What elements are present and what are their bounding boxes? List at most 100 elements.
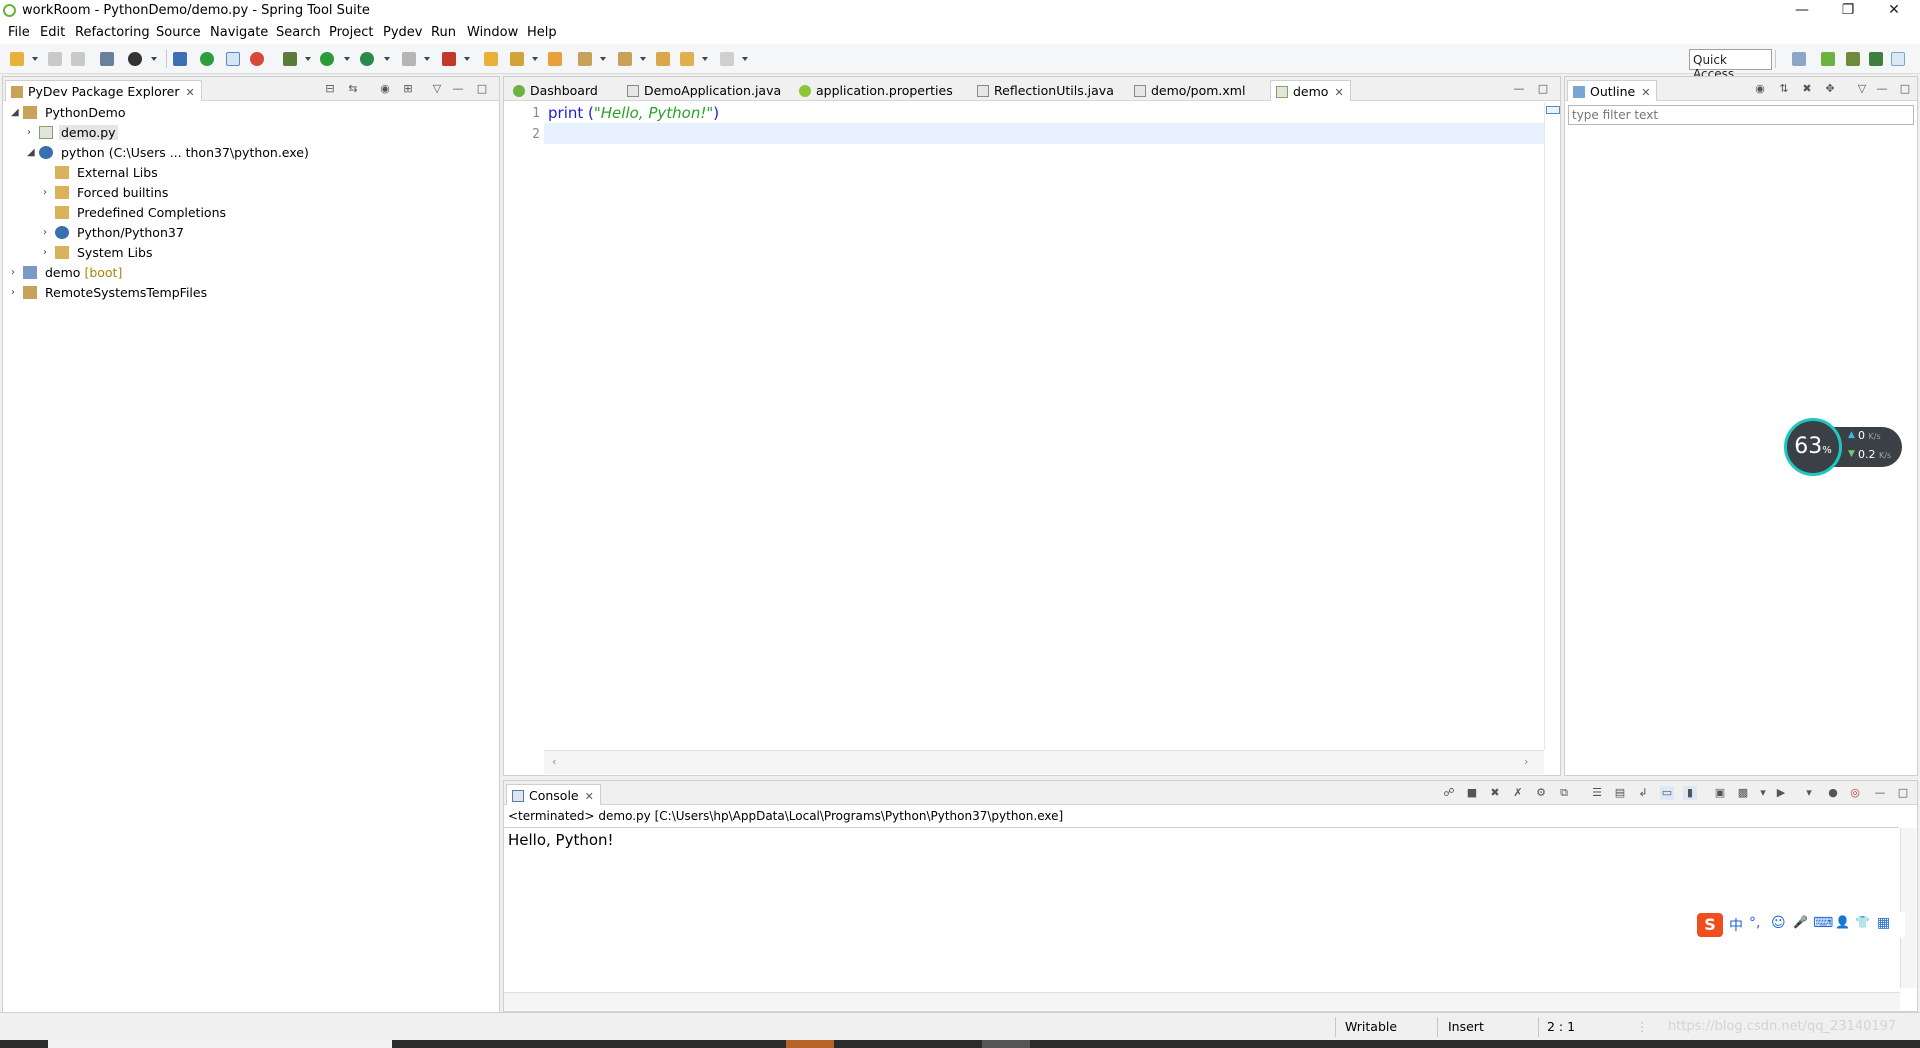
- minimize-view-icon[interactable]: —: [451, 82, 465, 96]
- horizontal-scrollbar[interactable]: ‹ ›: [544, 750, 1544, 774]
- hide-fields-icon[interactable]: ◉: [1753, 82, 1767, 96]
- code-line-1[interactable]: print ("Hello, Python!"): [548, 104, 719, 122]
- new-dropdown-icon[interactable]: [32, 57, 38, 61]
- scroll-lock-icon[interactable]: ▤: [1613, 786, 1627, 800]
- tree-item-demo-boot[interactable]: › demo [boot]: [3, 263, 499, 283]
- open-type-icon[interactable]: [484, 52, 498, 66]
- debug-icon[interactable]: [283, 52, 297, 66]
- taskbar-app[interactable]: [982, 1040, 1030, 1048]
- tree-item-pythondemo[interactable]: ◢ PythonDemo: [3, 103, 499, 123]
- menu-navigate[interactable]: Navigate: [210, 25, 268, 40]
- menu-run[interactable]: Run: [431, 25, 456, 40]
- next-annotation-dropdown-icon[interactable]: [600, 57, 606, 61]
- word-wrap-icon[interactable]: ↲: [1636, 786, 1650, 800]
- minimize-view-icon[interactable]: —: [1875, 82, 1889, 96]
- taskbar-app[interactable]: [786, 1040, 834, 1048]
- terminal-icon[interactable]: [173, 52, 187, 66]
- close-window-button[interactable]: ✕: [1871, 0, 1917, 22]
- voice-icon[interactable]: 🎤: [1793, 915, 1808, 929]
- open-console-icon[interactable]: ▣: [1713, 786, 1727, 800]
- coverage-dropdown-icon[interactable]: [384, 57, 390, 61]
- last-edit-icon[interactable]: [656, 52, 670, 66]
- back-icon[interactable]: [680, 52, 694, 66]
- tree-item-external-libs[interactable]: External Libs: [3, 163, 499, 183]
- run-dropdown-icon[interactable]: [344, 57, 350, 61]
- profile-dropdown-icon[interactable]: [151, 57, 157, 61]
- quick-access-field[interactable]: Quick Access: [1689, 49, 1772, 81]
- pydev-perspective-icon[interactable]: [1891, 52, 1905, 66]
- tab-dashboard[interactable]: Dashboard: [508, 80, 604, 101]
- remove-launch-icon[interactable]: ✖: [1488, 786, 1502, 800]
- maximize-view-icon[interactable]: □: [475, 82, 489, 96]
- expand-arrow-icon[interactable]: ›: [43, 187, 47, 198]
- close-tab-icon[interactable]: ✕: [1334, 86, 1343, 99]
- overview-thumb[interactable]: [1546, 106, 1560, 114]
- punctuation-icon[interactable]: °,: [1749, 915, 1760, 931]
- emoji-icon[interactable]: ☺: [1771, 915, 1786, 931]
- prev-annotation-icon[interactable]: [618, 52, 632, 66]
- view-menu-icon[interactable]: ▽: [1855, 82, 1869, 96]
- tree-item-forced-builtins[interactable]: › Forced builtins: [3, 183, 499, 203]
- toolbox-icon[interactable]: ▦: [1877, 915, 1890, 931]
- collapse-arrow-icon[interactable]: ◢: [27, 147, 35, 158]
- tab-outline[interactable]: Outline ✕: [1567, 80, 1658, 101]
- user-icon[interactable]: 👤: [1835, 915, 1850, 929]
- spring-boot-icon[interactable]: [200, 52, 214, 66]
- new-console-icon[interactable]: ▶: [1774, 786, 1788, 800]
- code-editor[interactable]: 1 2 print ("Hello, Python!"): [504, 102, 1544, 750]
- sort-icon[interactable]: ⇅: [1777, 82, 1791, 96]
- debug-console-icon[interactable]: ⚙: [1534, 786, 1548, 800]
- forward-dropdown-icon[interactable]: [742, 57, 748, 61]
- outline-filter-input[interactable]: [1568, 105, 1914, 125]
- pin-console-icon[interactable]: ☍: [1442, 786, 1456, 800]
- expand-arrow-icon[interactable]: ›: [11, 287, 15, 298]
- debug-perspective-icon[interactable]: [1846, 52, 1860, 66]
- menu-file[interactable]: File: [8, 25, 30, 40]
- external-tools-dropdown-icon[interactable]: [464, 57, 470, 61]
- taskbar-search[interactable]: [48, 1040, 392, 1048]
- show-stdout-icon[interactable]: ▭: [1660, 786, 1674, 800]
- copy-icon[interactable]: ⧉: [1557, 786, 1571, 800]
- tree-item-python37[interactable]: › Python/Python37: [3, 223, 499, 243]
- coverage-icon[interactable]: [360, 52, 374, 66]
- filter-icon[interactable]: ◉: [378, 82, 392, 96]
- search-icon[interactable]: [510, 52, 524, 66]
- console-horizontal-scrollbar[interactable]: [504, 992, 1900, 1010]
- terminate-icon[interactable]: ■: [1465, 786, 1479, 800]
- menu-help[interactable]: Help: [527, 25, 557, 40]
- close-tab-icon[interactable]: ✕: [185, 86, 194, 99]
- tab-reflection-utils-java[interactable]: ReflectionUtils.java: [972, 80, 1120, 101]
- save-icon[interactable]: [48, 52, 62, 66]
- menu-search[interactable]: Search: [276, 25, 321, 40]
- expand-arrow-icon[interactable]: ›: [27, 127, 31, 138]
- view-menu-icon[interactable]: ▽: [430, 82, 444, 96]
- console-vertical-scrollbar[interactable]: [1900, 828, 1916, 988]
- debug-dropdown-icon[interactable]: [305, 57, 311, 61]
- new-icon[interactable]: [10, 52, 24, 66]
- tab-package-explorer[interactable]: PyDev Package Explorer ✕: [5, 80, 202, 101]
- collapse-arrow-icon[interactable]: ◢: [11, 107, 19, 118]
- pydev-console-icon[interactable]: ●: [1826, 786, 1840, 800]
- scroll-right-icon[interactable]: ›: [1524, 755, 1528, 768]
- clear-console-icon[interactable]: ☰: [1590, 786, 1604, 800]
- tree-item-python-interpreter[interactable]: ◢ python (C:\Users ... thon37\python.exe…: [3, 143, 499, 163]
- display-console-icon[interactable]: ▩: [1736, 786, 1750, 800]
- menu-pydev[interactable]: Pydev: [383, 25, 422, 40]
- profile-icon[interactable]: [128, 52, 142, 66]
- restore-button[interactable]: ❐: [1825, 0, 1871, 22]
- menu-source[interactable]: Source: [156, 25, 201, 40]
- new-console-dropdown-icon[interactable]: ▾: [1802, 786, 1816, 800]
- next-annotation-icon[interactable]: [578, 52, 592, 66]
- sogou-logo-icon[interactable]: S: [1697, 913, 1723, 937]
- maximize-view-icon[interactable]: □: [1536, 82, 1550, 96]
- external-tools-icon[interactable]: [442, 52, 456, 66]
- menu-project[interactable]: Project: [329, 25, 373, 40]
- forward-icon[interactable]: [720, 52, 734, 66]
- minimize-view-icon[interactable]: —: [1873, 786, 1887, 800]
- tree-item-demo-py[interactable]: › demo.py: [3, 123, 499, 143]
- stop-icon[interactable]: [402, 52, 416, 66]
- open-folder-icon[interactable]: [548, 52, 562, 66]
- stop-dropdown-icon[interactable]: [424, 57, 430, 61]
- chinese-mode-icon[interactable]: 中: [1729, 915, 1743, 935]
- network-monitor-widget[interactable]: ▲ 0 K/s ▼ 0.2 K/s 63%: [1784, 418, 1904, 478]
